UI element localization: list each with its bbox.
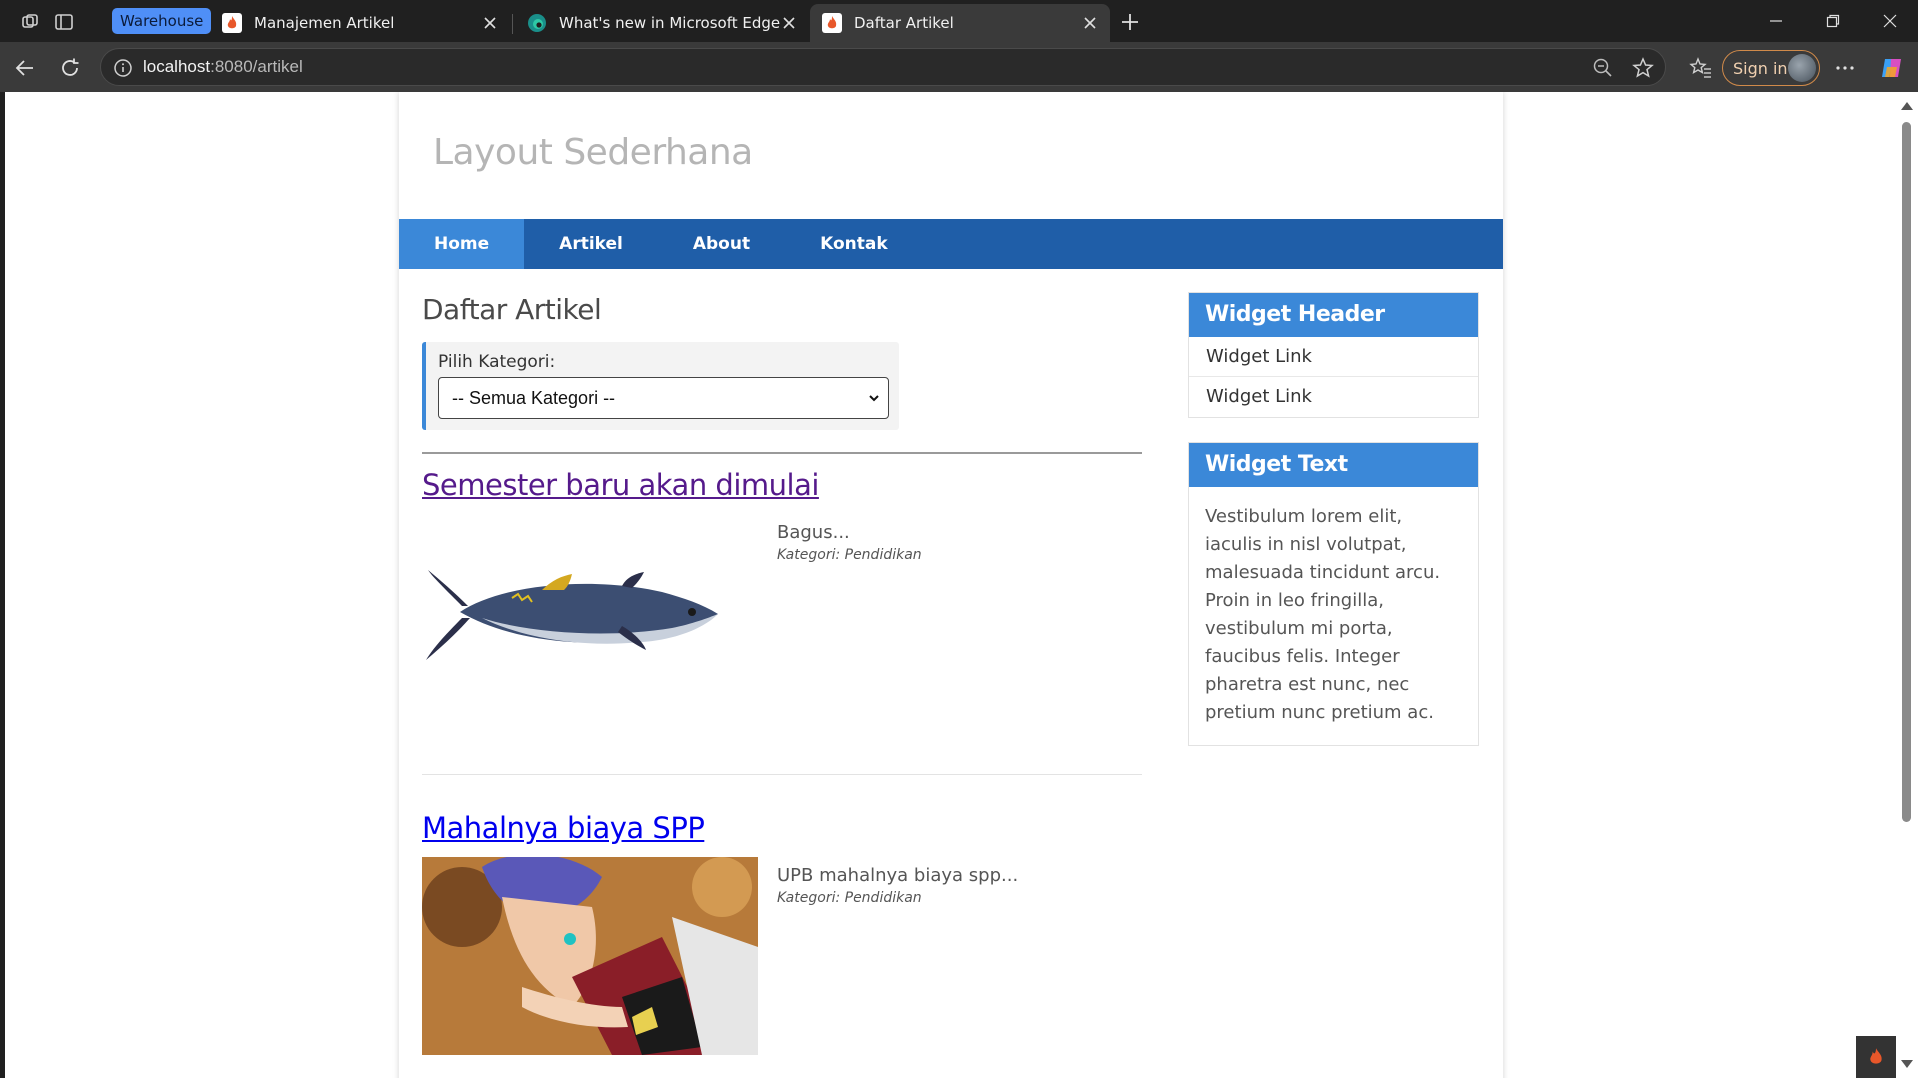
- favorite-star-icon[interactable]: [1631, 56, 1655, 80]
- tuna-fish-image: [422, 514, 758, 712]
- tab-title: What's new in Microsoft Edge: [559, 14, 781, 32]
- scroll-down-icon[interactable]: [1901, 1060, 1913, 1068]
- page-container: Layout Sederhana Home Artikel About Kont…: [399, 92, 1503, 1078]
- browser-toolbar: localhost:8080/artikel Sign in: [0, 42, 1918, 92]
- tab-title: Manajemen Artikel: [254, 14, 395, 32]
- scroll-up-icon[interactable]: [1901, 102, 1913, 110]
- article-meta: UPB mahalnya biaya spp... Kategori: Pend…: [777, 865, 1018, 906]
- article-item: Semester baru akan dimulai Bagus... Kate…: [422, 454, 1142, 775]
- sign-in-button[interactable]: Sign in: [1722, 50, 1820, 86]
- minimize-icon[interactable]: [1756, 6, 1796, 36]
- tab-microsoft-edge[interactable]: What's new in Microsoft Edge: [515, 4, 809, 42]
- fire-icon: [822, 13, 842, 33]
- article-item: Mahalnya biaya SPP UPB mahalnya biaya sp…: [422, 797, 1142, 1078]
- widget-link[interactable]: Widget Link: [1189, 377, 1478, 417]
- vertical-scrollbar[interactable]: [1895, 92, 1918, 1078]
- nav-about[interactable]: About: [658, 219, 785, 269]
- zoom-out-icon[interactable]: [1591, 56, 1615, 80]
- article-category: Kategori: Pendidikan: [777, 890, 922, 906]
- window-close-icon[interactable]: [1870, 6, 1910, 36]
- browser-tab-bar: Warehouse Manajemen Artikel What's new i…: [0, 0, 1918, 42]
- page-title: Daftar Artikel: [422, 293, 602, 326]
- widget-links: Widget Header Widget Link Widget Link: [1188, 292, 1479, 418]
- anime-character-image: [422, 857, 758, 1055]
- fire-icon[interactable]: [1856, 1036, 1896, 1078]
- widget-header: Widget Header: [1189, 293, 1478, 337]
- article-body: UPB mahalnya biaya spp... Kategori: Pend…: [422, 857, 1142, 1078]
- tab-daftar-artikel[interactable]: Daftar Artikel: [810, 4, 1110, 42]
- tab-title: Daftar Artikel: [854, 14, 954, 32]
- vertical-tabs-icon[interactable]: [50, 8, 78, 36]
- favorites-icon[interactable]: [1686, 53, 1716, 83]
- scrollbar-thumb[interactable]: [1902, 122, 1911, 822]
- tab-manajemen-artikel[interactable]: Manajemen Artikel: [210, 4, 510, 42]
- page-viewport: Layout Sederhana Home Artikel About Kont…: [5, 92, 1895, 1078]
- widget-body-text: Vestibulum lorem elit, iaculis in nisl v…: [1205, 506, 1441, 723]
- edge-icon: [528, 14, 546, 32]
- refresh-icon[interactable]: [55, 53, 85, 83]
- close-icon[interactable]: [482, 15, 498, 31]
- url-text: localhost:8080/artikel: [143, 57, 303, 76]
- close-icon[interactable]: [781, 15, 797, 31]
- widget-text: Widget Text Vestibulum lorem elit, iacul…: [1188, 442, 1479, 746]
- main-nav: Home Artikel About Kontak: [399, 219, 1503, 269]
- category-filter: Pilih Kategori: -- Semua Kategori --: [422, 342, 899, 430]
- category-select[interactable]: -- Semua Kategori --: [438, 377, 889, 419]
- article-body: Bagus... Kategori: Pendidikan: [422, 514, 1142, 754]
- article-excerpt: UPB mahalnya biaya spp...: [777, 865, 1019, 886]
- widget-link[interactable]: Widget Link: [1189, 337, 1478, 377]
- sidebar: Widget Header Widget Link Widget Link Wi…: [1188, 292, 1479, 770]
- address-bar[interactable]: localhost:8080/artikel: [100, 48, 1666, 86]
- restore-icon[interactable]: [1813, 6, 1853, 36]
- category-select-value: -- Semua Kategori --: [452, 388, 616, 408]
- article-meta: Bagus... Kategori: Pendidikan: [777, 522, 922, 563]
- tab-group-label[interactable]: Warehouse: [112, 8, 212, 34]
- chevron-down-icon: [869, 395, 879, 402]
- workspaces-icon[interactable]: [16, 8, 44, 36]
- article-category: Kategori: Pendidikan: [777, 547, 922, 563]
- sign-in-label: Sign in: [1733, 58, 1788, 78]
- new-tab-icon[interactable]: [1116, 8, 1144, 36]
- widget-header: Widget Text: [1189, 443, 1478, 487]
- site-title: Layout Sederhana: [433, 132, 753, 173]
- back-icon[interactable]: [10, 53, 40, 83]
- copilot-icon[interactable]: [1877, 53, 1907, 83]
- nav-home[interactable]: Home: [399, 219, 525, 269]
- main-content: Daftar Artikel Pilih Kategori: -- Semua …: [422, 269, 1142, 1078]
- close-icon[interactable]: [1082, 15, 1098, 31]
- filter-label: Pilih Kategori:: [438, 352, 556, 372]
- divider: [422, 774, 1142, 775]
- fire-icon: [222, 13, 242, 33]
- site-header: Layout Sederhana: [399, 92, 1503, 219]
- avatar: [1788, 54, 1816, 82]
- nav-kontak[interactable]: Kontak: [785, 219, 923, 269]
- article-title-link[interactable]: Mahalnya biaya SPP: [422, 811, 705, 845]
- more-options-icon[interactable]: [1830, 53, 1860, 83]
- nav-artikel[interactable]: Artikel: [524, 219, 658, 269]
- info-icon[interactable]: [113, 58, 133, 78]
- article-title-link[interactable]: Semester baru akan dimulai: [422, 468, 819, 502]
- article-excerpt: Bagus...: [777, 522, 850, 543]
